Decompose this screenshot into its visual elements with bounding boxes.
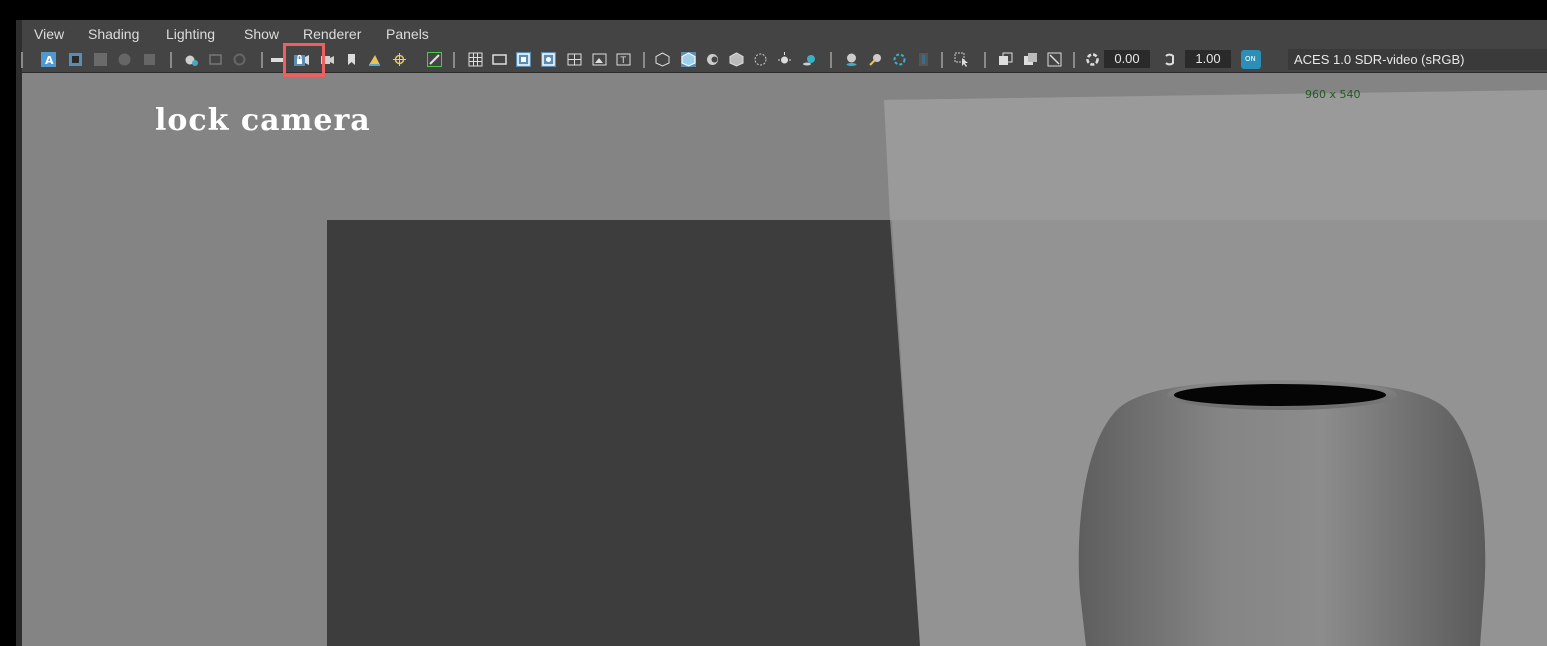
select-camera-icon[interactable]: A bbox=[41, 52, 56, 67]
camera-attributes-icon[interactable] bbox=[68, 52, 83, 67]
menu-view[interactable]: View bbox=[34, 26, 64, 42]
wall-upper-plane bbox=[884, 90, 1547, 220]
lock-camera-icon[interactable] bbox=[294, 52, 309, 67]
camera-icon[interactable] bbox=[320, 52, 335, 67]
gamma-field[interactable]: 1.00 bbox=[1185, 50, 1231, 68]
safe-action-icon[interactable] bbox=[592, 52, 607, 67]
film-gate-icon[interactable] bbox=[492, 52, 507, 67]
toolbar-separator bbox=[643, 52, 645, 68]
hud-icon[interactable] bbox=[208, 52, 223, 67]
image-plane-icon[interactable] bbox=[117, 52, 132, 67]
vase-body bbox=[1078, 381, 1486, 646]
panel-toolbar: A T 0.00 1.00 ON ACES 1.0 SDR-video (sRG… bbox=[21, 47, 1547, 73]
toolbar-separator bbox=[941, 52, 943, 68]
wireframe-icon[interactable] bbox=[655, 52, 670, 67]
multisample-aa-icon[interactable] bbox=[892, 52, 907, 67]
xray-joints-icon[interactable] bbox=[954, 52, 969, 67]
toolbar-separator bbox=[984, 52, 986, 68]
xray-icon[interactable] bbox=[753, 52, 768, 67]
grid-icon[interactable] bbox=[468, 52, 483, 67]
menu-show[interactable]: Show bbox=[244, 26, 279, 42]
use-default-material-icon[interactable] bbox=[705, 52, 720, 67]
safe-title-icon[interactable]: T bbox=[616, 52, 631, 67]
depth-of-field-icon[interactable] bbox=[916, 52, 931, 67]
two-d-pan-zoom-icon[interactable] bbox=[142, 52, 157, 67]
image-plane-toggle-icon[interactable] bbox=[367, 52, 382, 67]
wireframe-on-shaded-icon[interactable] bbox=[729, 52, 744, 67]
menu-lighting[interactable]: Lighting bbox=[166, 26, 215, 42]
gate-mask-icon[interactable] bbox=[541, 52, 556, 67]
xray-components-icon[interactable] bbox=[1023, 52, 1038, 67]
exposure-icon[interactable] bbox=[1085, 52, 1100, 67]
isolate-view-icon[interactable] bbox=[1047, 52, 1062, 67]
panel-menubar: View Shading Lighting Show Renderer Pane… bbox=[22, 20, 1547, 47]
grease-pencil-icon[interactable] bbox=[184, 52, 199, 67]
motion-blur-icon[interactable] bbox=[868, 52, 883, 67]
field-chart-icon[interactable] bbox=[567, 52, 582, 67]
menu-renderer[interactable]: Renderer bbox=[303, 26, 361, 42]
toolbar-separator bbox=[170, 52, 172, 68]
bookmark-icon[interactable] bbox=[344, 52, 359, 67]
shadows-icon[interactable] bbox=[802, 52, 817, 67]
toolbar-separator bbox=[21, 52, 23, 68]
bookmarks-icon[interactable] bbox=[93, 52, 108, 67]
color-management-toggle[interactable]: ON bbox=[1241, 50, 1261, 69]
xray-active-components-icon[interactable] bbox=[998, 52, 1013, 67]
scene-render bbox=[22, 73, 1547, 646]
toolbar-separator bbox=[261, 52, 263, 68]
toolbar-separator bbox=[830, 52, 832, 68]
vase-opening bbox=[1174, 384, 1386, 406]
exposure-field[interactable]: 0.00 bbox=[1104, 50, 1150, 68]
smooth-shade-icon[interactable] bbox=[681, 52, 696, 67]
dark-plane bbox=[327, 220, 920, 646]
grease-pencil-active-icon[interactable] bbox=[427, 52, 442, 67]
resolution-gate-icon[interactable] bbox=[516, 52, 531, 67]
color-space-dropdown[interactable]: ACES 1.0 SDR-video (sRGB) bbox=[1288, 49, 1547, 70]
isolate-select-icon[interactable] bbox=[232, 52, 247, 67]
lock-camera-annotation: lock camera bbox=[155, 103, 371, 138]
use-all-lights-icon[interactable] bbox=[777, 52, 792, 67]
svg-text:A: A bbox=[45, 54, 54, 67]
gamma-icon[interactable] bbox=[1163, 52, 1178, 67]
resolution-gate-label: 960 x 540 bbox=[1305, 88, 1361, 101]
screen-space-ao-icon[interactable] bbox=[844, 52, 859, 67]
toolbar-separator bbox=[1073, 52, 1075, 68]
svg-text:T: T bbox=[620, 56, 627, 66]
scene-viewport[interactable]: 960 x 540 lock camera bbox=[22, 73, 1547, 646]
camera-sequence-icon[interactable] bbox=[270, 52, 285, 67]
toolbar-separator bbox=[453, 52, 455, 68]
color-management-on-label: ON bbox=[1245, 55, 1256, 63]
pan-zoom-icon[interactable] bbox=[392, 52, 407, 67]
menu-shading[interactable]: Shading bbox=[88, 26, 139, 42]
menu-panels[interactable]: Panels bbox=[386, 26, 429, 42]
